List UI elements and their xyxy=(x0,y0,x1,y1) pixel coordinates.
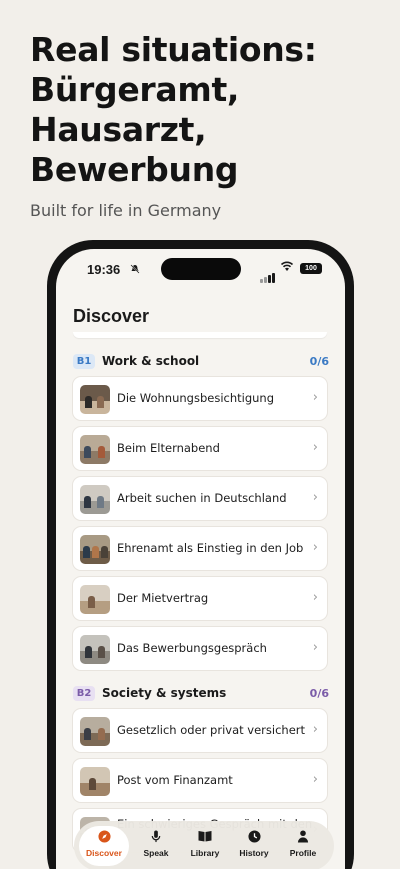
lesson-card[interactable]: Ehrenamt als Einstieg in den Job › xyxy=(72,526,328,571)
tab-label: History xyxy=(239,848,269,858)
chevron-right-icon: › xyxy=(312,590,318,605)
lesson-title: Beim Elternabend xyxy=(117,441,220,455)
tab-speak[interactable]: Speak xyxy=(131,826,181,866)
lesson-card[interactable]: Der Mietvertrag › xyxy=(72,576,328,621)
hero-title: Real situations: Bürgeramt, Hausarzt, Be… xyxy=(30,30,380,190)
chevron-right-icon: › xyxy=(312,772,318,787)
tab-history[interactable]: History xyxy=(229,826,279,866)
phone-frame: 19:36 100 Discover B1 Work & school 0/6 … xyxy=(47,240,354,869)
dynamic-island xyxy=(161,258,241,280)
hero-title-line: Hausarzt, xyxy=(30,110,207,149)
section-progress: 0/6 xyxy=(309,687,329,700)
tab-discover[interactable]: Discover xyxy=(79,826,129,866)
hero-title-line: Bürgeramt, xyxy=(30,70,240,109)
tab-profile[interactable]: Profile xyxy=(278,826,328,866)
wifi-icon xyxy=(280,260,294,275)
lesson-card[interactable]: Gesetzlich oder privat versichert › xyxy=(72,708,328,753)
chevron-right-icon: › xyxy=(312,640,318,655)
clock-icon xyxy=(229,830,279,846)
bottom-tab-bar: Discover Speak Library History Profile xyxy=(74,821,334,869)
chevron-right-icon: › xyxy=(312,722,318,737)
lesson-card[interactable]: Post vom Finanzamt › xyxy=(72,758,328,803)
lesson-title: Arbeit suchen in Deutschland xyxy=(117,491,287,505)
lesson-card[interactable]: Arbeit suchen in Deutschland › xyxy=(72,476,328,521)
compass-icon xyxy=(79,830,129,846)
lesson-title: Das Bewerbungsgespräch xyxy=(117,641,267,655)
hero-subtitle: Built for life in Germany xyxy=(30,201,222,220)
person-icon xyxy=(278,830,328,846)
lesson-thumbnail xyxy=(80,635,110,664)
chevron-right-icon: › xyxy=(312,540,318,555)
lesson-thumbnail xyxy=(80,585,110,614)
battery-icon: 100 xyxy=(300,263,322,274)
tab-label: Discover xyxy=(86,848,122,858)
tab-label: Speak xyxy=(143,848,169,858)
tab-label: Profile xyxy=(289,848,317,858)
section-title: Work & school xyxy=(102,354,200,368)
signal-icon xyxy=(260,264,276,283)
tab-label: Library xyxy=(190,848,220,858)
lesson-thumbnail xyxy=(80,535,110,564)
lesson-title: Ehrenamt als Einstieg in den Job xyxy=(117,541,304,555)
chevron-right-icon: › xyxy=(312,390,318,405)
tab-library[interactable]: Library xyxy=(180,826,230,866)
lesson-title: Post vom Finanzamt xyxy=(117,773,233,787)
level-badge: B1 xyxy=(73,354,95,369)
hero-title-line: Bewerbung xyxy=(30,150,239,189)
section-header-b2: B2 Society & systems 0/6 xyxy=(73,686,329,704)
microphone-icon xyxy=(131,830,181,846)
lesson-card[interactable]: Das Bewerbungsgespräch › xyxy=(72,626,328,671)
lesson-thumbnail xyxy=(80,385,110,414)
section-progress: 0/6 xyxy=(309,355,329,368)
book-icon xyxy=(180,830,230,846)
status-time: 19:36 xyxy=(87,262,121,277)
chevron-right-icon: › xyxy=(312,440,318,455)
page-title: Discover xyxy=(73,306,150,326)
lesson-title: Der Mietvertrag xyxy=(117,591,209,605)
lesson-title: Gesetzlich oder privat versichert xyxy=(117,723,306,737)
section-header-b1: B1 Work & school 0/6 xyxy=(73,354,329,372)
lesson-title: Die Wohnungsbesichtigung xyxy=(117,391,275,405)
lesson-thumbnail xyxy=(80,767,110,796)
search-field[interactable] xyxy=(73,332,327,338)
lesson-thumbnail xyxy=(80,485,110,514)
chevron-right-icon: › xyxy=(312,490,318,505)
lesson-card[interactable]: Die Wohnungsbesichtigung › xyxy=(72,376,328,421)
lesson-thumbnail xyxy=(80,717,110,746)
app-screen: 19:36 100 Discover B1 Work & school 0/6 … xyxy=(56,249,345,869)
lesson-thumbnail xyxy=(80,435,110,464)
status-bar: 19:36 100 xyxy=(56,249,345,289)
hero-title-line: Real situations: xyxy=(30,30,317,69)
section-title: Society & systems xyxy=(102,686,227,700)
lesson-card[interactable]: Beim Elternabend › xyxy=(72,426,328,471)
bell-muted-icon xyxy=(130,264,140,277)
level-badge: B2 xyxy=(73,686,95,701)
